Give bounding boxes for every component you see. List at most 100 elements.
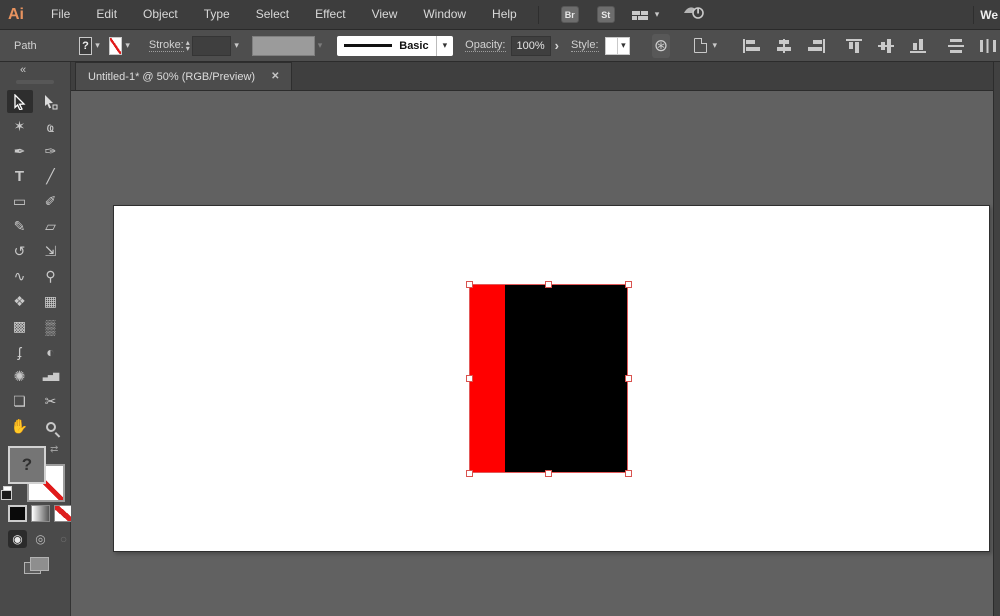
style-label[interactable]: Style: bbox=[570, 39, 599, 52]
style-chevron-icon: ▾ bbox=[621, 40, 626, 50]
menu-file[interactable]: File bbox=[38, 0, 83, 29]
handle-bottom-center[interactable] bbox=[545, 470, 552, 477]
width-profile-dropdown bbox=[251, 35, 315, 56]
handle-top-right[interactable] bbox=[625, 281, 632, 288]
align-horizontal-center-button[interactable] bbox=[772, 35, 796, 57]
type-tool[interactable]: T bbox=[7, 165, 33, 188]
menu-object[interactable]: Object bbox=[130, 0, 191, 29]
stroke-swatch[interactable] bbox=[108, 36, 123, 55]
fill-chevron-icon[interactable]: ▾ bbox=[92, 40, 103, 51]
perspective-grid-tool[interactable]: ▦ bbox=[38, 290, 64, 313]
change-screen-mode-icon[interactable] bbox=[24, 557, 49, 574]
magic-wand-tool[interactable]: ✶ bbox=[7, 115, 33, 138]
curvature-tool[interactable]: ✑ bbox=[38, 140, 64, 163]
artboard-tool[interactable]: ❏ bbox=[7, 390, 33, 413]
opacity-input[interactable]: 100% bbox=[510, 35, 551, 56]
bridge-button[interactable]: Br bbox=[560, 6, 579, 23]
stroke-width-input[interactable] bbox=[191, 35, 232, 56]
rectangle-icon: ▭ bbox=[12, 193, 27, 209]
hand-tool[interactable]: ✋ bbox=[7, 415, 33, 438]
handle-bottom-right[interactable] bbox=[625, 470, 632, 477]
paintbrush-icon: ✐ bbox=[44, 193, 57, 209]
tab-close-icon[interactable]: ✕ bbox=[271, 71, 279, 82]
draw-normal-button[interactable]: ◉ bbox=[8, 530, 27, 548]
zoom-icon bbox=[45, 421, 56, 432]
menu-select[interactable]: Select bbox=[243, 0, 302, 29]
handle-middle-left[interactable] bbox=[466, 375, 473, 382]
paintbrush-tool[interactable]: ✐ bbox=[38, 190, 64, 213]
distribute-horizontal-center-button[interactable] bbox=[976, 35, 1000, 57]
black-rectangle[interactable] bbox=[505, 284, 628, 473]
curvature-pen-icon: ✑ bbox=[44, 143, 57, 159]
blend-tool[interactable]: ◐ bbox=[38, 340, 64, 363]
pencil-icon: ✎ bbox=[13, 218, 26, 234]
gradient-button[interactable] bbox=[31, 505, 50, 522]
arrange-documents-button[interactable]: ▾ bbox=[631, 8, 663, 22]
selection-tool[interactable] bbox=[6, 90, 33, 113]
stroke-chevron-icon[interactable]: ▾ bbox=[122, 40, 133, 51]
stock-button[interactable]: St bbox=[596, 6, 615, 23]
fill-swatch[interactable]: ? bbox=[78, 36, 93, 55]
opacity-label[interactable]: Opacity: bbox=[465, 39, 506, 52]
rotate-tool[interactable]: ↺ bbox=[7, 240, 33, 263]
collapse-panel-icon[interactable]: « bbox=[20, 64, 26, 76]
puppet-warp-tool[interactable]: ⚲ bbox=[38, 265, 64, 288]
align-horizontal-right-button[interactable] bbox=[804, 35, 828, 57]
distribute-vertical-center-button[interactable] bbox=[944, 35, 968, 57]
zoom-tool[interactable] bbox=[38, 415, 64, 438]
width-tool[interactable]: ∿ bbox=[7, 265, 33, 288]
stroke-width-stepper[interactable]: ▴ ▾ bbox=[186, 38, 190, 52]
cloud-sync-button[interactable] bbox=[682, 3, 708, 26]
gradient-tool[interactable]: ▒ bbox=[38, 315, 64, 338]
handle-top-left[interactable] bbox=[466, 281, 473, 288]
align-vertical-bottom-button[interactable] bbox=[906, 35, 930, 57]
pencil-tool[interactable]: ✎ bbox=[7, 215, 33, 238]
stroke-width-chevron-icon[interactable]: ▾ bbox=[231, 40, 242, 51]
handle-bottom-left[interactable] bbox=[466, 470, 473, 477]
menu-effect[interactable]: Effect bbox=[302, 0, 358, 29]
menu-edit[interactable]: Edit bbox=[83, 0, 130, 29]
default-fill-stroke-icon[interactable] bbox=[1, 486, 12, 500]
slice-tool[interactable]: ✂ bbox=[38, 390, 64, 413]
line-segment-tool[interactable]: ╱ bbox=[38, 165, 64, 188]
align-vertical-center-button[interactable] bbox=[874, 35, 898, 57]
align-vertical-top-button[interactable] bbox=[842, 35, 866, 57]
menu-window[interactable]: Window bbox=[410, 0, 479, 29]
symbol-sprayer-tool[interactable]: ✺ bbox=[7, 365, 33, 388]
color-button[interactable] bbox=[8, 505, 27, 522]
scale-tool[interactable]: ⇲ bbox=[38, 240, 64, 263]
handle-top-center[interactable] bbox=[545, 281, 552, 288]
stroke-label[interactable]: Stroke: bbox=[148, 39, 184, 52]
menu-type[interactable]: Type bbox=[191, 0, 243, 29]
width-profile-chevron-icon: ▾ bbox=[317, 40, 323, 50]
canvas[interactable] bbox=[71, 91, 993, 616]
brush-definition-dropdown[interactable]: Basic bbox=[337, 35, 436, 56]
mesh-tool[interactable]: ▩ bbox=[7, 315, 33, 338]
align-horizontal-left-button[interactable] bbox=[740, 35, 764, 57]
swap-fill-stroke-icon[interactable]: ⇄ bbox=[50, 444, 58, 455]
panel-grip[interactable] bbox=[16, 80, 54, 84]
column-graph-tool[interactable]: ▃▅▇ bbox=[38, 365, 64, 388]
brush-chevron-button[interactable]: ▾ bbox=[435, 35, 454, 56]
style-chevron-button[interactable]: ▾ bbox=[618, 36, 630, 55]
workspace-label[interactable]: We bbox=[980, 8, 1000, 22]
shape-builder-tool[interactable]: ❖ bbox=[7, 290, 33, 313]
eraser-tool[interactable]: ▱ bbox=[38, 215, 64, 238]
direct-selection-tool[interactable] bbox=[38, 90, 64, 113]
lasso-tool[interactable]: ҩ bbox=[38, 115, 64, 138]
rectangle-tool[interactable]: ▭ bbox=[7, 190, 33, 213]
eyedropper-tool[interactable]: ʄ bbox=[7, 340, 33, 363]
opacity-arrow-icon[interactable]: › bbox=[551, 38, 563, 53]
menu-help[interactable]: Help bbox=[479, 0, 530, 29]
menu-view[interactable]: View bbox=[359, 0, 411, 29]
document-tab[interactable]: Untitled-1* @ 50% (RGB/Preview) ✕ bbox=[75, 62, 293, 90]
draw-behind-button[interactable]: ◎ bbox=[31, 530, 50, 548]
recolor-artwork-button[interactable]: ⊛ bbox=[651, 33, 671, 58]
stepper-down-icon[interactable]: ▾ bbox=[186, 44, 190, 52]
handle-middle-right[interactable] bbox=[625, 375, 632, 382]
fill-color-swatch[interactable]: ? bbox=[8, 446, 46, 484]
isolate-object-button[interactable]: ▾ bbox=[694, 38, 720, 53]
style-swatch[interactable] bbox=[604, 36, 619, 55]
panel-dock-edge[interactable] bbox=[993, 62, 1000, 616]
pen-tool[interactable]: ✒ bbox=[7, 140, 33, 163]
